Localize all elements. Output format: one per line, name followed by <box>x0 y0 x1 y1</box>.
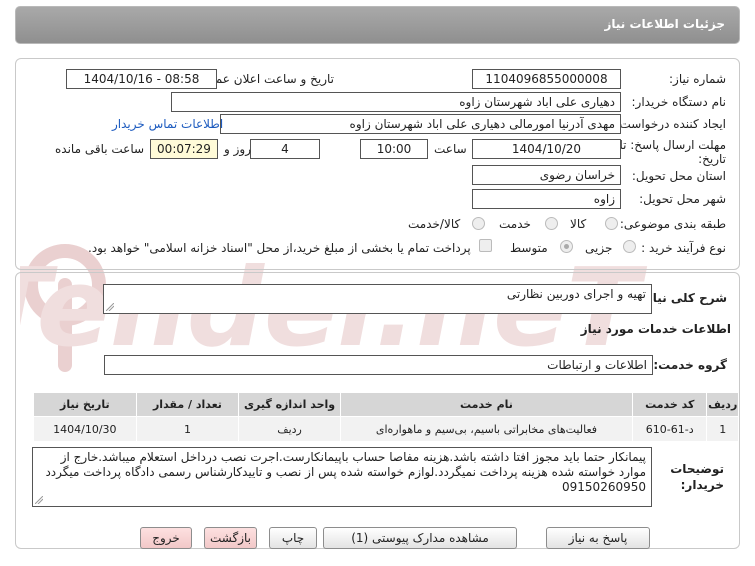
treasury-payment-note: پرداخت تمام یا بخشی از مبلغ خرید،از محل … <box>88 241 471 255</box>
category-service-label: خدمت <box>499 217 531 231</box>
deadline-date-field: 1404/10/20 <box>472 139 621 159</box>
category-goods-label: کالا <box>570 217 587 231</box>
resize-handle-icon[interactable] <box>106 303 114 311</box>
need-number-label: شماره نیاز: <box>669 72 726 86</box>
services-table: ردیف کد خدمت نام خدمت واحد اندازه گیری ت… <box>33 392 739 442</box>
need-number-field: 1104096855000008 <box>472 69 621 89</box>
services-section-title: اطلاعات خدمات مورد نیاز <box>580 322 731 336</box>
process-minor-radio[interactable] <box>623 240 636 253</box>
service-group-label: گروه خدمت: <box>653 358 727 372</box>
cell-row-number: 1 <box>707 417 738 441</box>
column-header-quantity: تعداد / مقدار <box>136 393 239 416</box>
view-attachments-button[interactable]: مشاهده مدارک پیوستی (1) <box>323 527 517 549</box>
column-header-need-date: تاریخ نیاز <box>34 393 136 416</box>
treasury-payment-checkbox[interactable] <box>479 239 492 252</box>
province-field: خراسان رضوی <box>472 165 621 185</box>
summary-text: تهیه و اجرای دوربین نظارتی <box>506 287 646 301</box>
time-remaining-label: ساعت باقی مانده <box>55 142 145 156</box>
category-label: طبقه بندی موضوعی: <box>619 217 726 231</box>
column-header-unit: واحد اندازه گیری <box>239 393 340 416</box>
time-remaining-field: 00:07:29 <box>150 139 218 159</box>
deadline-label-date: تاریخ: <box>698 152 726 166</box>
resize-handle-icon[interactable] <box>35 496 43 504</box>
category-service-radio[interactable] <box>545 217 558 230</box>
buyer-notes-text: پیمانکار حتما باید مجوز افتا داشته باشد.… <box>45 450 646 494</box>
category-goods-service-radio[interactable] <box>472 217 485 230</box>
creator-field: مهدی آدرنیا امورمالی دهیاری علی اباد شهر… <box>220 114 621 134</box>
deadline-label: مهلت ارسال پاسخ: تا <box>619 138 726 152</box>
category-goods-service-label: کالا/خدمت <box>408 217 461 231</box>
print-button[interactable]: چاپ <box>269 527 317 549</box>
creator-label: ایجاد کننده درخواست: <box>615 117 726 131</box>
province-label: استان محل تحویل: <box>631 169 726 183</box>
days-label: روز و <box>224 142 251 156</box>
back-button[interactable]: بازگشت <box>204 527 257 549</box>
summary-field: تهیه و اجرای دوربین نظارتی <box>103 284 652 314</box>
buyer-notes-label-2: خریدار: <box>680 478 724 492</box>
buyer-org-field: دهیاری علی اباد شهرستان زاوه <box>171 92 621 112</box>
city-label: شهر محل تحویل: <box>639 192 726 206</box>
cell-need-date: 1404/10/30 <box>34 417 136 441</box>
buyer-contact-link[interactable]: اطلاعات تماس خریدار <box>112 117 223 131</box>
deadline-time-field: 10:00 <box>360 139 428 159</box>
cell-quantity: 1 <box>136 417 239 441</box>
service-group-field: اطلاعات و ارتباطات <box>104 355 653 375</box>
city-field: زاوه <box>472 189 621 209</box>
cell-unit: ردیف <box>239 417 340 441</box>
table-row: 1 د-61-610 فعالیت‌های مخابراتی باسیم، بی… <box>34 417 738 441</box>
table-header-row: ردیف کد خدمت نام خدمت واحد اندازه گیری ت… <box>34 393 738 416</box>
deadline-time-label: ساعت <box>434 142 467 156</box>
exit-button[interactable]: خروج <box>140 527 192 549</box>
category-goods-radio[interactable] <box>605 217 618 230</box>
request-details-panel <box>15 58 740 270</box>
column-header-service-code: کد خدمت <box>633 393 707 416</box>
reply-button[interactable]: پاسخ به نیاز <box>546 527 650 549</box>
summary-label: شرح کلی نیاز: <box>641 291 727 305</box>
buyer-notes-label: توضیحات <box>670 462 724 476</box>
cell-service-name: فعالیت‌های مخابراتی باسیم، بی‌سیم و ماهو… <box>340 417 633 441</box>
process-minor-label: جزیی <box>585 241 613 255</box>
process-medium-label: متوسط <box>510 241 548 255</box>
process-type-label: نوع فرآیند خرید : <box>641 241 726 255</box>
column-header-row-number: ردیف <box>707 393 738 416</box>
column-header-service-name: نام خدمت <box>340 393 633 416</box>
page-header: جزئیات اطلاعات نیاز <box>15 6 740 44</box>
page-title: جزئیات اطلاعات نیاز <box>604 17 725 31</box>
cell-service-code: د-61-610 <box>633 417 707 441</box>
process-medium-radio[interactable] <box>560 240 573 253</box>
buyer-notes-field: پیمانکار حتما باید مجوز افتا داشته باشد.… <box>32 447 652 507</box>
announce-date-field: 1404/10/16 - 08:58 <box>66 69 217 89</box>
days-remaining-field: 4 <box>250 139 320 159</box>
buyer-org-label: نام دستگاه خریدار: <box>631 95 727 109</box>
